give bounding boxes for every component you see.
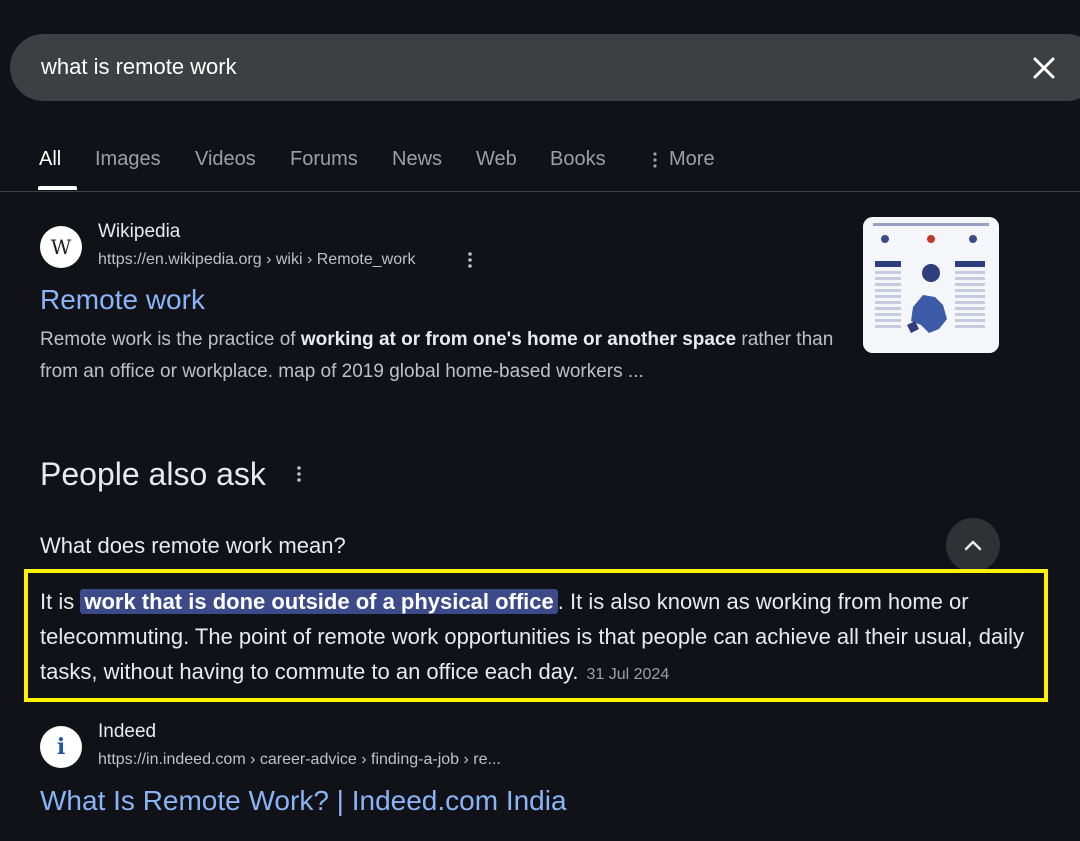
- paa-options-icon[interactable]: [296, 465, 302, 483]
- indeed-logo-icon: i: [56, 734, 66, 760]
- tab-books[interactable]: Books: [550, 148, 606, 171]
- result-url[interactable]: https://en.wikipedia.org › wiki › Remote…: [98, 251, 415, 269]
- answer-text: It is: [40, 589, 81, 614]
- search-input[interactable]: what is remote work: [41, 54, 237, 80]
- result-title-link[interactable]: Remote work: [40, 284, 205, 316]
- result-site-name[interactable]: Wikipedia: [98, 221, 180, 243]
- tab-images[interactable]: Images: [95, 148, 161, 171]
- paa-answer: It is work that is done outside of a phy…: [40, 584, 1030, 692]
- indeed-favicon: i: [40, 726, 82, 768]
- result2-url[interactable]: https://in.indeed.com › career-advice › …: [98, 751, 501, 769]
- collapse-question-button[interactable]: [946, 518, 1000, 572]
- snippet-bold-text: working at or from one's home or another…: [300, 329, 737, 350]
- chevron-up-icon: [964, 540, 982, 551]
- snippet-text: Remote work is the practice of: [40, 329, 301, 350]
- answer-highlighted-text: work that is done outside of a physical …: [80, 589, 558, 614]
- more-vert-icon: [653, 152, 657, 168]
- tab-web[interactable]: Web: [476, 148, 517, 171]
- map-chart-thumbnail-icon: [863, 217, 999, 353]
- paa-question[interactable]: What does remote work mean?: [40, 533, 346, 559]
- result2-site-name[interactable]: Indeed: [98, 721, 156, 743]
- active-tab-indicator: [38, 186, 77, 190]
- people-also-ask-heading: People also ask: [40, 456, 266, 492]
- result-snippet: Remote work is the practice of working a…: [40, 324, 840, 388]
- answer-date: 31 Jul 2024: [586, 666, 670, 683]
- clear-search-button[interactable]: [1030, 54, 1058, 82]
- result-options-icon[interactable]: [467, 251, 473, 269]
- search-tabs: All Images Videos Forums News Web Books …: [0, 140, 1080, 192]
- result-thumbnail[interactable]: [863, 217, 999, 353]
- close-icon: [1033, 57, 1055, 79]
- wikipedia-logo-icon: W: [50, 235, 72, 259]
- search-bar[interactable]: what is remote work: [10, 34, 1080, 101]
- tab-news[interactable]: News: [392, 148, 442, 171]
- tab-all[interactable]: All: [39, 148, 61, 171]
- tab-forums[interactable]: Forums: [290, 148, 358, 171]
- tab-videos[interactable]: Videos: [195, 148, 256, 171]
- wikipedia-favicon: W: [40, 226, 82, 268]
- result2-title-link[interactable]: What Is Remote Work? | Indeed.com India: [40, 785, 567, 817]
- tab-more[interactable]: More: [669, 148, 715, 171]
